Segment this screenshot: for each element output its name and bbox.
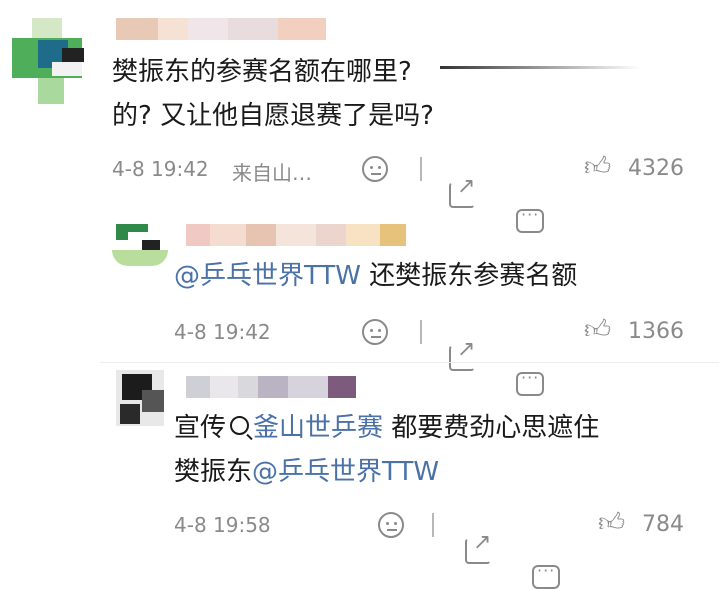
reply-text: @乒乓世界TTW 还樊振东参赛名额	[174, 261, 578, 291]
avatar[interactable]	[12, 18, 92, 104]
divider	[432, 513, 434, 537]
thumbs-up-icon[interactable]: 👍︎	[598, 510, 625, 536]
thumbs-up-icon[interactable]: 👍︎	[584, 154, 611, 180]
reply-1: @乒乓世界TTW 还樊振东参赛名额 4-8 19:42 👍︎ 1366	[0, 196, 719, 396]
search-icon	[230, 416, 250, 435]
username-blurred[interactable]	[186, 224, 406, 246]
like-count: 1366	[628, 319, 684, 344]
share-icon[interactable]	[465, 530, 491, 564]
comment-1: 樊振东的参赛名额在哪里? 的? 又让他自愿退赛了是吗? 4-8 19:42 来自…	[0, 0, 719, 233]
like-count: 4326	[628, 156, 684, 181]
comment-text-line-1: 樊振东的参赛名额在哪里?	[112, 57, 412, 87]
comment-text-line-2: 的? 又让他自愿退赛了是吗?	[112, 101, 434, 131]
search-topic-link[interactable]: 釜山世乒赛	[226, 413, 383, 443]
avatar[interactable]	[116, 370, 164, 426]
reply-2: 宣传釜山世乒赛 都要费劲心思遮住 樊振东@乒乓世界TTW 4-8 19:58 👍…	[0, 362, 719, 589]
comment-time: 4-8 19:58	[174, 513, 271, 537]
comment-location: 来自山…	[232, 161, 312, 185]
divider	[420, 157, 422, 181]
thumbs-up-icon[interactable]: 👍︎	[584, 317, 611, 343]
mention-link[interactable]: @乒乓世界TTW	[252, 457, 439, 487]
comment-time: 4-8 19:42	[174, 320, 271, 344]
comment-icon[interactable]	[532, 561, 560, 589]
username-blurred[interactable]	[116, 18, 326, 40]
smiley-icon[interactable]	[378, 512, 404, 538]
text-strike-decoration	[440, 66, 640, 69]
comment-time: 4-8 19:42	[112, 157, 209, 181]
smiley-icon[interactable]	[362, 319, 388, 345]
divider	[420, 320, 422, 344]
username-blurred[interactable]	[186, 376, 356, 398]
mention-link[interactable]: @乒乓世界TTW	[174, 261, 361, 291]
reply-text-line-1: 宣传 釜山世乒赛 都要费劲心思遮住	[174, 413, 600, 443]
like-count: 784	[642, 512, 684, 537]
smiley-icon[interactable]	[362, 156, 388, 182]
reply-text-line-2: 樊振东@乒乓世界TTW	[174, 457, 440, 487]
avatar[interactable]	[112, 222, 168, 266]
